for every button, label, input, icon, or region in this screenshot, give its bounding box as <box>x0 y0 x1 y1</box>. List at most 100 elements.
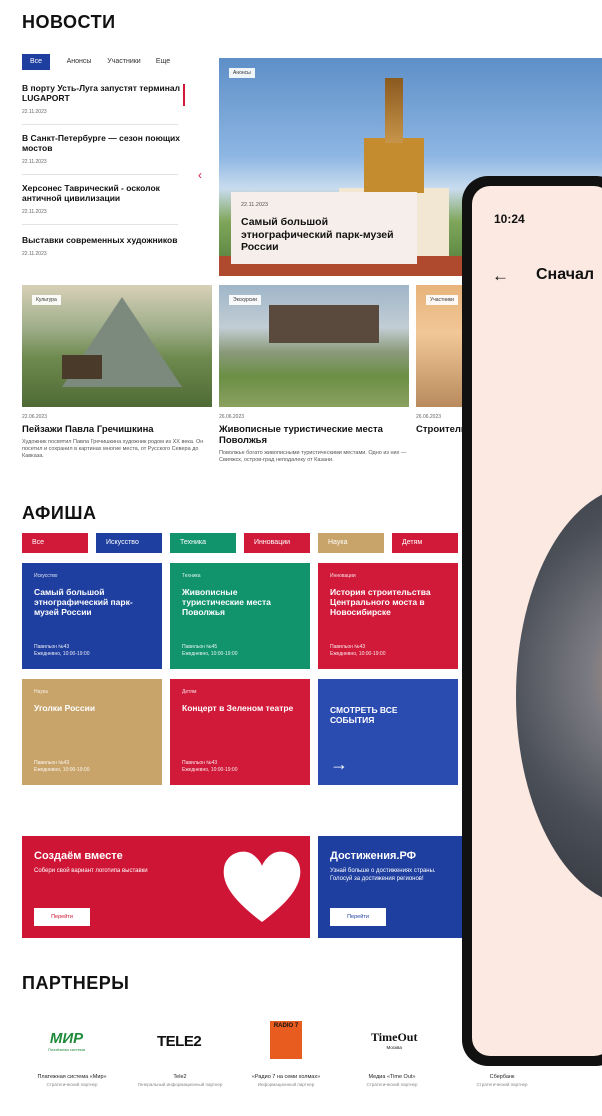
card-image[interactable]: Участники <box>416 285 462 407</box>
all-events-label: СМОТРЕТЬ ВСЕ СОБЫТИЯ <box>330 705 398 725</box>
event-card[interactable]: Техника Живописные туристические места П… <box>170 563 310 669</box>
event-category: Детям <box>182 689 197 695</box>
news-card[interactable]: 26.06.2023 Живописные туристические мест… <box>219 414 409 464</box>
news-item-date: 22.11.2023 <box>22 209 47 215</box>
divider <box>22 124 178 125</box>
filter-innovation[interactable]: Инновации <box>244 533 310 553</box>
event-time: Ежедневно, 10:00-19:00 <box>182 766 238 773</box>
partner-role: Стратегический партнер <box>46 1082 98 1087</box>
event-title: Живописные туристические места Поволжья <box>182 587 271 617</box>
event-time: Ежедневно, 10:00-19:00 <box>34 650 90 657</box>
house-shape <box>62 355 102 379</box>
filter-kids[interactable]: Детям <box>392 533 458 553</box>
partner-item[interactable]: «Радио 7 на семи холмах» Информационный … <box>238 1074 334 1087</box>
divider <box>22 224 178 225</box>
partner-item[interactable]: Tele2 Генеральный информационный партнер <box>132 1074 228 1087</box>
mir-logo-sub: Платёжная система <box>48 1047 86 1052</box>
radio7-logo-text: RADIO 7 <box>273 1023 299 1029</box>
filter-art[interactable]: Искусство <box>96 533 162 553</box>
event-category: Техника <box>182 573 201 579</box>
news-item[interactable]: Выставки современных художников 22.11.20… <box>22 235 182 257</box>
card-title: Строительство в Новосибирске <box>416 424 462 435</box>
chevron-left-icon[interactable]: ‹ <box>198 168 202 182</box>
partner-name: Медиа «Time Out» <box>368 1074 416 1080</box>
news-item-title: В Санкт-Петербурге — сезон поющих мостов <box>22 133 180 153</box>
promo-subtitle: Узнай больше о достижениях страны. Голос… <box>330 868 436 882</box>
partner-item[interactable]: Платежная система «Мир» Стратегический п… <box>24 1074 120 1087</box>
event-time: Ежедневно, 10:00-19:00 <box>330 650 386 657</box>
arrow-right-icon: → <box>330 754 348 774</box>
card-date: 22.06.2023 <box>22 414 48 420</box>
filter-science[interactable]: Наука <box>318 533 384 553</box>
card-desc: Поволжье богато живописными туристически… <box>219 450 407 463</box>
promo-title: Достижения.РФ <box>330 850 417 862</box>
news-item-title: Выставки современных художников <box>22 235 178 245</box>
afisha-title: АФИША <box>22 503 97 523</box>
card-image[interactable]: Культура <box>22 285 212 407</box>
news-title: НОВОСТИ <box>22 12 116 32</box>
news-item[interactable]: Херсонес Таврический - осколок античной … <box>22 183 182 215</box>
promo-banner[interactable]: Достижения.РФ Узнай больше о достижениях… <box>318 836 462 938</box>
card-badge: Участники <box>426 295 458 305</box>
tab-all[interactable]: Все <box>22 54 50 70</box>
news-item-title: Херсонес Таврический - осколок античной … <box>22 183 160 203</box>
partner-item[interactable]: Медиа «Time Out» Стратегический партнер <box>344 1074 440 1087</box>
news-item-title: В порту Усть-Луга запустят терминал LUGA… <box>22 83 180 103</box>
news-item-date: 22.11.2023 <box>22 251 47 257</box>
partners-title: ПАРТНЕРЫ <box>22 973 130 993</box>
event-card[interactable]: Инновации История строительства Централь… <box>318 563 458 669</box>
phone-screen: 10:24 ← Сначал <box>472 186 602 1056</box>
promo-button[interactable]: Перейти <box>34 908 90 926</box>
tab-more[interactable]: Еще <box>150 54 176 70</box>
temple-spire <box>385 78 403 143</box>
promo-subtitle: Собери свой вариант логотипа выставки <box>34 868 148 874</box>
event-card[interactable]: Детям Концерт в Зеленом театре Павильон … <box>170 679 310 785</box>
partner-item[interactable]: Сбербанк Стратегический партнер <box>454 1074 550 1087</box>
featured-date: 22.11.2023 <box>241 202 269 208</box>
photo-circle <box>516 486 602 906</box>
status-time: 10:24 <box>494 212 525 226</box>
card-badge: Экскурсии <box>229 295 261 305</box>
screen-title: Сначал <box>536 266 595 283</box>
featured-caption: 22.11.2023 Самый большой этнографический… <box>231 192 417 264</box>
card-title: Пейзажи Павла Гречишкина <box>22 424 154 435</box>
timeout-logo: TimeOut Москва <box>371 1030 417 1050</box>
active-indicator <box>183 84 185 106</box>
news-item[interactable]: В порту Усть-Луга запустят терминал LUGA… <box>22 83 182 115</box>
event-category: Искусство <box>34 573 58 579</box>
card-image[interactable]: Экскурсии <box>219 285 409 407</box>
card-date: 26.06.2023 <box>416 414 442 420</box>
filter-all[interactable]: Все <box>22 533 88 553</box>
news-item[interactable]: В Санкт-Петербурге — сезон поющих мостов… <box>22 133 182 165</box>
card-desc: Художник посвятил Павла Гречишкина худож… <box>22 439 204 459</box>
event-card[interactable]: Искусство Самый большой этнографический … <box>22 563 162 669</box>
event-title: Концерт в Зеленом театре <box>182 703 294 713</box>
arrow-left-icon[interactable]: ← <box>492 266 509 286</box>
promo-button[interactable]: Перейти <box>330 908 386 926</box>
partner-name: «Радио 7 на семи холмах» <box>251 1074 321 1080</box>
event-category: Наука <box>34 689 48 695</box>
news-card[interactable]: 22.06.2023 Пейзажи Павла Гречишкина Худо… <box>22 414 212 460</box>
building-shape <box>269 305 379 343</box>
card-date: 26.06.2023 <box>219 414 245 420</box>
featured-title: Самый большой этнографический парк-музей… <box>241 216 394 253</box>
partner-role: Стратегический партнер <box>366 1082 418 1087</box>
news-card[interactable]: 26.06.2023 Строительство в Новосибирске <box>416 414 462 435</box>
all-events-card[interactable]: СМОТРЕТЬ ВСЕ СОБЫТИЯ → <box>318 679 458 785</box>
event-card[interactable]: Наука Уголки России Павильон №43 Ежедневн… <box>22 679 162 785</box>
partner-name: Tele2 <box>173 1074 187 1080</box>
partner-name: Платежная система «Мир» <box>37 1074 107 1080</box>
tab-participants[interactable]: Участники <box>104 54 144 70</box>
promo-banner[interactable]: Создаём вместе Собери свой вариант логот… <box>22 836 310 938</box>
event-title: История строительства Центрального моста… <box>330 587 431 617</box>
tab-announcements[interactable]: Анонсы <box>58 54 100 70</box>
filter-technology[interactable]: Техника <box>170 533 236 553</box>
radio7-logo: RADIO 7 <box>270 1021 302 1059</box>
news-item-date: 22.11.2023 <box>22 109 47 115</box>
card-title: Живописные туристические места Поволжья <box>219 424 383 446</box>
event-time: Ежедневно, 10:00-19:00 <box>182 650 238 657</box>
event-title: Самый большой этнографический парк-музей… <box>34 587 133 617</box>
partner-name: Сбербанк <box>489 1074 515 1080</box>
event-time: Ежедневно, 10:00-19:00 <box>34 766 90 773</box>
partner-role: Информационный партнер <box>257 1082 315 1087</box>
